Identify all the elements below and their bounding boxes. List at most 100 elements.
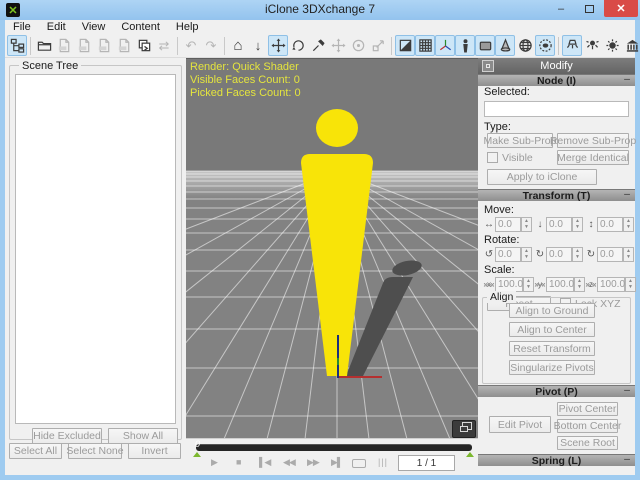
maximize-button[interactable]: [576, 0, 602, 17]
rotate-pivot-button[interactable]: [348, 35, 368, 56]
move-x-updown[interactable]: ▲▼: [521, 217, 532, 232]
move-pivot-button[interactable]: [328, 35, 348, 56]
scale-tool-button[interactable]: [368, 35, 388, 56]
stop-button[interactable]: ■: [236, 457, 240, 467]
rewind-button[interactable]: ◀◀: [283, 457, 295, 468]
scale-z-updown[interactable]: ▲▼: [625, 277, 636, 292]
go-to-start-button[interactable]: ▌◀: [259, 457, 270, 468]
import-3ds-button[interactable]: [94, 35, 114, 56]
collapse-transform-icon[interactable]: –: [624, 188, 630, 200]
spin-down-icon[interactable]: ▼: [575, 254, 580, 260]
ground-plane-toggle-button[interactable]: [475, 35, 495, 56]
scale-z-value[interactable]: 100.0: [597, 277, 625, 292]
axis-toggle-button[interactable]: [435, 35, 455, 56]
background-toggle-button[interactable]: [395, 35, 415, 56]
menu-file[interactable]: File: [5, 20, 39, 34]
loop-toggle-button[interactable]: [352, 459, 366, 468]
export-pack-button[interactable]: [134, 35, 154, 56]
remove-subprop-button[interactable]: Remove Sub-Prop: [557, 133, 629, 148]
fast-forward-button[interactable]: ▶▶: [307, 457, 319, 468]
make-subprop-button[interactable]: Make Sub-Prop: [487, 133, 553, 148]
invert-button[interactable]: Invert: [128, 443, 181, 459]
range-end-marker[interactable]: [466, 452, 474, 457]
rotate-tool-button[interactable]: [288, 35, 308, 56]
open-file-button[interactable]: [34, 35, 54, 56]
pivot-center-button[interactable]: Pivot Center: [557, 402, 618, 416]
move-z-spinner[interactable]: ↕ 0.0 ▲▼: [584, 216, 634, 232]
viewport-3d[interactable]: Render: Quick Shader Visible Faces Count…: [186, 58, 478, 438]
home-view-button[interactable]: ⌂: [228, 35, 248, 56]
apply-to-iclone-button[interactable]: Apply to iClone: [487, 169, 597, 185]
selected-node-field[interactable]: [484, 101, 629, 117]
rotate-z-updown[interactable]: ▲▼: [623, 247, 634, 262]
import-skp-button[interactable]: [114, 35, 134, 56]
section-transform[interactable]: Transform (T) –: [478, 189, 635, 201]
move-tool-button[interactable]: [268, 35, 288, 56]
move-z-updown[interactable]: ▲▼: [623, 217, 634, 232]
menu-view[interactable]: View: [74, 20, 114, 34]
rotate-x-updown[interactable]: ▲▼: [521, 247, 532, 262]
collapse-pivot-icon[interactable]: –: [624, 384, 630, 396]
preview-light-toggle-button[interactable]: [562, 35, 582, 56]
close-button[interactable]: ✕: [604, 0, 638, 17]
pick-tool-button[interactable]: [308, 35, 328, 56]
align-to-center-button[interactable]: Align to Center: [509, 322, 595, 337]
visible-checkbox[interactable]: [487, 152, 498, 163]
merge-identical-button[interactable]: Merge Identical: [557, 150, 629, 165]
reset-transform-button[interactable]: Reset Transform: [509, 341, 595, 356]
go-to-end-button[interactable]: ▶▌: [331, 457, 342, 468]
collapse-spring-icon[interactable]: –: [624, 453, 630, 465]
select-none-button[interactable]: Select None: [68, 443, 122, 459]
spin-down-icon[interactable]: ▼: [526, 284, 531, 290]
point-light-button[interactable]: [582, 35, 602, 56]
scale-y-value[interactable]: 100.0: [546, 277, 574, 292]
redo-button[interactable]: ↷: [201, 35, 221, 56]
import-obj-button[interactable]: [54, 35, 74, 56]
rotate-x-value[interactable]: 0.0: [495, 247, 521, 262]
scene-tree-list[interactable]: [15, 74, 176, 424]
move-z-value[interactable]: 0.0: [597, 217, 623, 232]
section-spring[interactable]: Spring (L) –: [478, 454, 635, 466]
cone-marker-toggle-button[interactable]: [495, 35, 515, 56]
dock-panel-button[interactable]: [482, 60, 494, 72]
timeline-track[interactable]: [196, 444, 472, 451]
menu-edit[interactable]: Edit: [39, 20, 74, 34]
spin-down-icon[interactable]: ▼: [628, 284, 633, 290]
rotate-y-spinner[interactable]: ↻ 0.0 ▲▼: [533, 246, 583, 262]
menu-content[interactable]: Content: [113, 20, 168, 34]
scale-y-spinner[interactable]: »y« 100.0 ▲▼: [533, 276, 585, 292]
move-x-value[interactable]: 0.0: [495, 217, 521, 232]
move-x-spinner[interactable]: ↔ 0.0 ▲▼: [482, 216, 532, 232]
minimize-button[interactable]: –: [548, 0, 574, 17]
spin-down-icon[interactable]: ▼: [575, 224, 580, 230]
scale-x-value[interactable]: 100.0: [495, 277, 523, 292]
edit-pivot-button[interactable]: Edit Pivot: [489, 416, 551, 433]
drop-to-ground-button[interactable]: ↓: [248, 35, 268, 56]
import-fbx-button[interactable]: [74, 35, 94, 56]
move-y-value[interactable]: 0.0: [546, 217, 572, 232]
rotate-y-value[interactable]: 0.0: [546, 247, 572, 262]
collapse-node-icon[interactable]: –: [624, 73, 630, 85]
section-pivot[interactable]: Pivot (P) –: [478, 385, 635, 397]
align-to-ground-button[interactable]: Align to Ground: [509, 303, 595, 318]
sun-light-button[interactable]: [602, 35, 622, 56]
hide-excluded-button[interactable]: Hide Excluded: [32, 428, 102, 444]
environment-button[interactable]: [622, 35, 640, 56]
move-y-spinner[interactable]: ↓ 0.0 ▲▼: [533, 216, 583, 232]
wireframe-toggle-button[interactable]: [515, 35, 535, 56]
play-button[interactable]: ▶: [211, 457, 217, 468]
spin-down-icon[interactable]: ▼: [626, 254, 631, 260]
section-node[interactable]: Node (I) –: [478, 74, 635, 86]
rotate-y-updown[interactable]: ▲▼: [572, 247, 583, 262]
grid-toggle-button[interactable]: [415, 35, 435, 56]
scale-x-spinner[interactable]: »x« 100.0 ▲▼: [482, 276, 534, 292]
scene-root-button[interactable]: Scene Root: [557, 436, 618, 450]
show-all-button[interactable]: Show All: [108, 428, 178, 444]
sync-button[interactable]: ⇄: [154, 35, 174, 56]
shadow-toggle-button[interactable]: [535, 35, 555, 56]
undo-button[interactable]: ↶: [181, 35, 201, 56]
scale-z-spinner[interactable]: »z« 100.0 ▲▼: [584, 276, 636, 292]
frame-counter-field[interactable]: 1 / 1: [398, 455, 455, 471]
move-y-updown[interactable]: ▲▼: [572, 217, 583, 232]
rotate-x-spinner[interactable]: ↺ 0.0 ▲▼: [482, 246, 532, 262]
